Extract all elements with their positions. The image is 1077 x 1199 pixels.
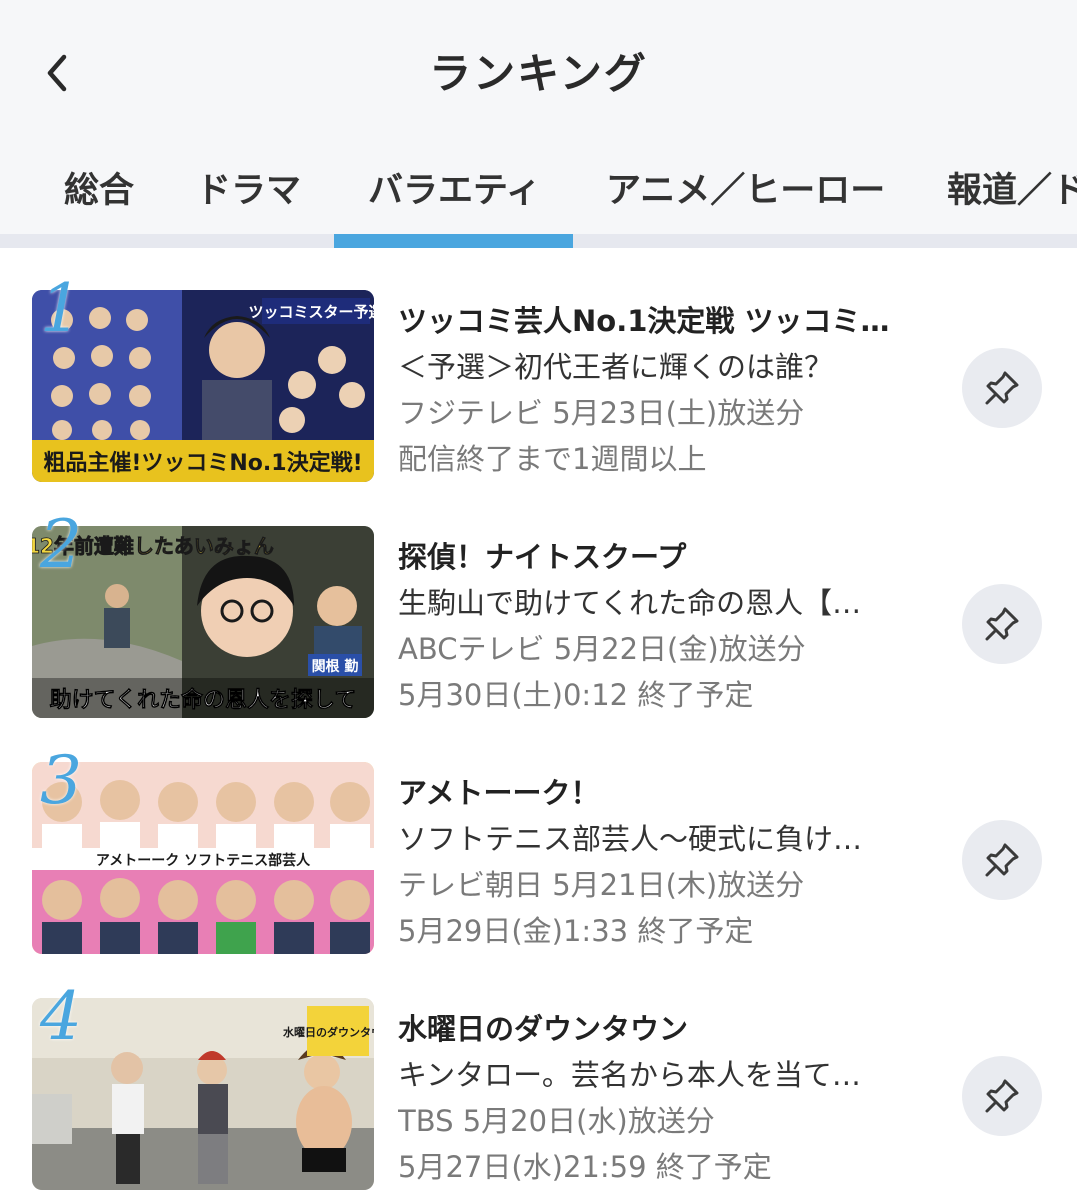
availability-info: 配信終了まで1週間以上 <box>398 442 707 476</box>
pin-button[interactable] <box>962 1056 1042 1136</box>
tab-anime-hero[interactable]: アニメ／ヒーロー <box>606 162 885 213</box>
thumb-caption-text: 助けてくれた命の恩人を探して <box>50 687 357 713</box>
episode-title: 生駒山で助けてくれた命の恩人【… <box>398 586 862 620</box>
thumb-badge-text: ツッコミスター予選 <box>248 303 374 321</box>
rank-number: 1 <box>40 270 82 347</box>
thumb-caption-text: 粗品主催!ツッコミNo.1決定戦! <box>43 450 362 476</box>
tab-variety[interactable]: バラエティ <box>368 162 541 213</box>
pin-button[interactable] <box>962 348 1042 428</box>
ranking-item[interactable]: 12年前遭難したあいみょん 関根 勤 助けてくれた命の恩人を探して 2 探偵！ナ… <box>0 512 1077 762</box>
ranking-item[interactable]: アメトーーク ソフトテニス部芸人 3 アメトーーク！ ソフトテニス部芸人〜硬式に… <box>0 748 1077 998</box>
broadcast-info: テレビ朝日 5月21日(木)放送分 <box>398 868 805 902</box>
broadcast-info: ABCテレビ 5月22日(金)放送分 <box>398 632 806 666</box>
program-info: 水曜日のダウンタウン キンタロー。芸名から本人を当て… TBS 5月20日(水)… <box>398 1006 938 1190</box>
tab-overall[interactable]: 総合 <box>64 162 134 213</box>
pin-icon <box>985 1079 1019 1113</box>
program-title: アメトーーク！ <box>398 776 600 810</box>
pin-icon <box>985 843 1019 877</box>
rank-number: 2 <box>40 506 82 583</box>
program-thumbnail[interactable]: アメトーーク ソフトテニス部芸人 <box>32 762 374 954</box>
rank-number: 4 <box>40 978 82 1055</box>
rank-number: 3 <box>40 742 82 819</box>
thumb-name-text: 関根 勤 <box>312 658 359 675</box>
program-info: ツッコミ芸人No.1決定戦 ツッコミ… ＜予選＞初代王者に輝くのは誰？ フジテレ… <box>398 298 938 482</box>
pin-icon <box>985 607 1019 641</box>
episode-title: ソフトテニス部芸人〜硬式に負け… <box>398 822 863 856</box>
tab-news[interactable]: 報道／ド <box>947 162 1077 213</box>
program-title: ツッコミ芸人No.1決定戦 ツッコミ… <box>398 304 890 338</box>
pin-button[interactable] <box>962 584 1042 664</box>
page-title: ランキング <box>429 49 648 98</box>
broadcast-info: TBS 5月20日(水)放送分 <box>398 1104 715 1138</box>
thumb-caption-text: アメトーーク ソフトテニス部芸人 <box>96 852 311 869</box>
broadcast-info: フジテレビ 5月23日(土)放送分 <box>398 396 805 430</box>
program-info: アメトーーク！ ソフトテニス部芸人〜硬式に負け… テレビ朝日 5月21日(木)放… <box>398 770 938 954</box>
availability-info: 5月27日(水)21:59 終了予定 <box>398 1150 772 1184</box>
category-tabs: 総合 ドラマ バラエティ アニメ／ヒーロー 報道／ド <box>0 150 1077 230</box>
program-title: 水曜日のダウンタウン <box>398 1012 689 1046</box>
pin-button[interactable] <box>962 820 1042 900</box>
program-title: 探偵！ナイトスクープ <box>398 540 687 574</box>
program-thumbnail[interactable]: ツッコミスター予選 粗品主催!ツッコミNo.1決定戦! <box>32 290 374 482</box>
availability-info: 5月30日(土)0:12 終了予定 <box>398 678 754 712</box>
tab-drama[interactable]: ドラマ <box>196 162 301 213</box>
thumb-badge-text: 水曜日のダウンタウン <box>283 1025 374 1039</box>
tab-active-indicator <box>334 234 573 248</box>
episode-title: ＜予選＞初代王者に輝くのは誰？ <box>398 350 834 384</box>
program-thumbnail[interactable]: 12年前遭難したあいみょん 関根 勤 助けてくれた命の恩人を探して <box>32 526 374 718</box>
ranking-item[interactable]: 水曜日のダウンタウン 4 水曜日のダウンタウン キンタロー。芸名から本人を当て…… <box>0 984 1077 1199</box>
ranking-item[interactable]: ツッコミスター予選 粗品主催!ツッコミNo.1決定戦! 1 ツッコミ芸人No.1… <box>0 276 1077 526</box>
availability-info: 5月29日(金)1:33 終了予定 <box>398 914 754 948</box>
pin-icon <box>985 371 1019 405</box>
program-info: 探偵！ナイトスクープ 生駒山で助けてくれた命の恩人【… ABCテレビ 5月22日… <box>398 534 938 718</box>
program-thumbnail[interactable]: 水曜日のダウンタウン <box>32 998 374 1190</box>
episode-title: キンタロー。芸名から本人を当て… <box>398 1058 861 1092</box>
